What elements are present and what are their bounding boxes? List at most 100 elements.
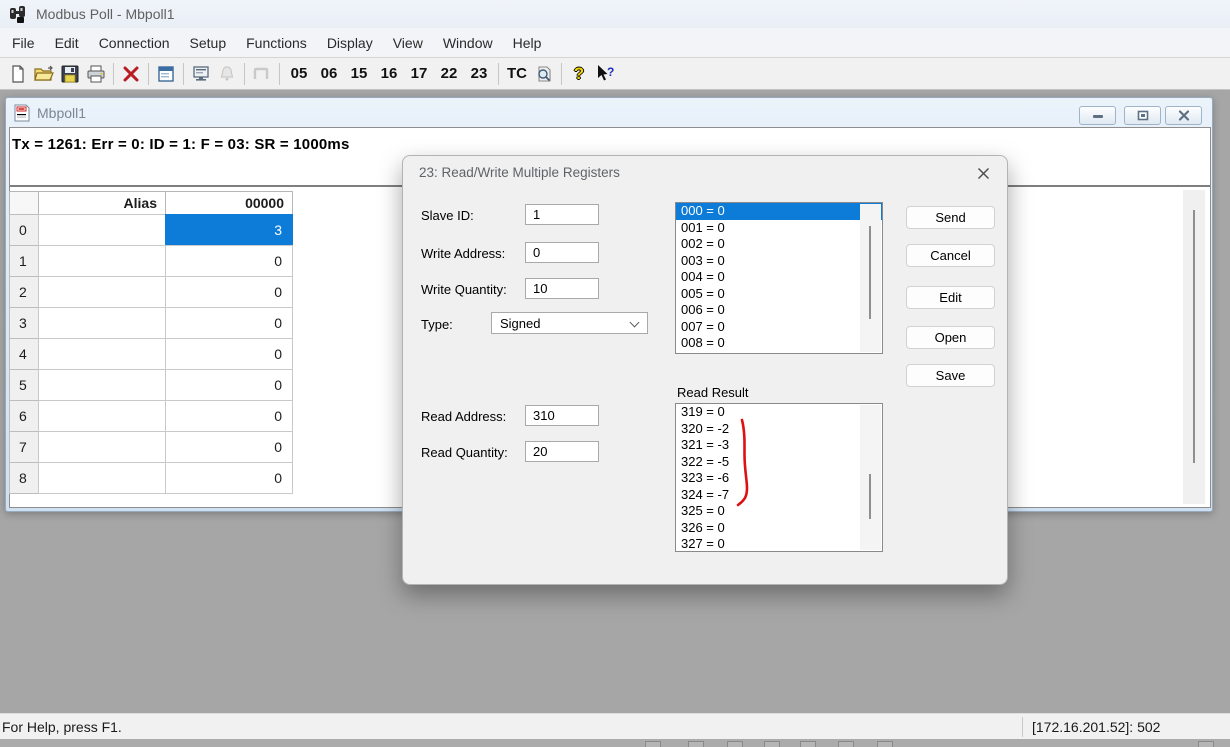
function-16-button[interactable]: 16 — [374, 61, 404, 87]
cancel-button[interactable]: Cancel — [906, 244, 995, 267]
row-header[interactable]: 2 — [9, 276, 39, 308]
send-button[interactable]: Send — [906, 206, 995, 229]
alias-cell[interactable] — [38, 400, 166, 432]
menu-display[interactable]: Display — [317, 31, 383, 55]
alias-cell[interactable] — [38, 369, 166, 401]
row-header[interactable]: 7 — [9, 431, 39, 463]
write-quantity-field[interactable] — [525, 278, 599, 299]
list-item[interactable]: 007 = 0 — [676, 319, 882, 336]
delete-button[interactable] — [118, 61, 144, 87]
write-list-scrollbar-thumb[interactable] — [869, 226, 871, 319]
menu-view[interactable]: View — [383, 31, 433, 55]
write-address-field[interactable] — [525, 242, 599, 263]
context-help-button[interactable]: ? — [592, 61, 618, 87]
help-button[interactable]: ? — [566, 61, 592, 87]
write-list-scrollbar[interactable] — [860, 204, 881, 352]
list-item[interactable]: 320 = -2 — [676, 421, 882, 438]
grid-vertical-scrollbar[interactable] — [1183, 190, 1205, 504]
value-cell[interactable]: 0 — [165, 431, 293, 463]
menu-window[interactable]: Window — [433, 31, 503, 55]
row-header[interactable]: 5 — [9, 369, 39, 401]
row-header[interactable]: 8 — [9, 462, 39, 494]
zoom-document-button[interactable] — [531, 61, 557, 87]
list-item[interactable]: 003 = 0 — [676, 253, 882, 270]
list-item[interactable]: 001 = 0 — [676, 220, 882, 237]
print-button[interactable] — [83, 61, 109, 87]
value-column-header[interactable]: 00000 — [165, 191, 293, 215]
alias-cell[interactable] — [38, 462, 166, 494]
alias-cell[interactable] — [38, 245, 166, 277]
poll-definition-button[interactable] — [188, 61, 214, 87]
row-header[interactable]: 1 — [9, 245, 39, 277]
value-cell[interactable]: 0 — [165, 462, 293, 494]
list-item[interactable]: 321 = -3 — [676, 437, 882, 454]
list-item-selected[interactable]: 000 = 0 — [676, 203, 882, 220]
alias-cell[interactable] — [38, 338, 166, 370]
list-item[interactable]: 324 = -7 — [676, 487, 882, 504]
value-cell[interactable]: 0 — [165, 369, 293, 401]
menu-help[interactable]: Help — [503, 31, 552, 55]
value-cell[interactable]: 0 — [165, 307, 293, 339]
function-15-button[interactable]: 15 — [344, 61, 374, 87]
menu-functions[interactable]: Functions — [236, 31, 317, 55]
function-05-button[interactable]: 05 — [284, 61, 314, 87]
test-center-button[interactable]: TC — [503, 61, 531, 87]
list-item[interactable]: 327 = 0 — [676, 536, 882, 552]
list-item[interactable]: 322 = -5 — [676, 454, 882, 471]
value-cell[interactable]: 0 — [165, 276, 293, 308]
alias-column-header[interactable]: Alias — [38, 191, 166, 215]
read-quantity-field[interactable] — [525, 441, 599, 462]
menu-setup[interactable]: Setup — [180, 31, 237, 55]
child-minimize-button[interactable] — [1079, 106, 1116, 125]
list-item[interactable]: 004 = 0 — [676, 269, 882, 286]
save-file-button[interactable] — [57, 61, 83, 87]
list-item[interactable]: 006 = 0 — [676, 302, 882, 319]
list-item[interactable]: 008 = 0 — [676, 335, 882, 352]
write-quantity-label: Write Quantity: — [421, 282, 507, 297]
mbpoll1-titlebar[interactable]: Mbpoll1 — [6, 98, 1212, 127]
list-item[interactable]: 319 = 0 — [676, 404, 882, 421]
list-item[interactable]: 326 = 0 — [676, 520, 882, 537]
slave-id-field[interactable] — [525, 204, 599, 225]
menu-edit[interactable]: Edit — [45, 31, 89, 55]
list-item[interactable]: 002 = 0 — [676, 236, 882, 253]
row-header[interactable]: 3 — [9, 307, 39, 339]
function-06-button[interactable]: 06 — [314, 61, 344, 87]
new-file-button[interactable] — [5, 61, 31, 87]
value-cell[interactable]: 0 — [165, 400, 293, 432]
row-header[interactable]: 4 — [9, 338, 39, 370]
function-22-button[interactable]: 22 — [434, 61, 464, 87]
grid-scrollbar-thumb[interactable] — [1193, 210, 1195, 463]
write-registers-listbox[interactable]: 000 = 0 001 = 0 002 = 0 003 = 0 004 = 0 … — [675, 202, 883, 354]
alias-cell[interactable] — [38, 214, 166, 246]
list-item[interactable]: 325 = 0 — [676, 503, 882, 520]
type-dropdown[interactable]: Signed — [491, 312, 648, 334]
dialog-close-button[interactable] — [971, 162, 995, 184]
child-maximize-button[interactable] — [1124, 106, 1161, 125]
menu-connection[interactable]: Connection — [89, 31, 180, 55]
open-file-button[interactable] — [31, 61, 57, 87]
list-item[interactable]: 005 = 0 — [676, 286, 882, 303]
value-cell-selected[interactable]: 3 — [165, 214, 293, 246]
read-list-scrollbar-thumb[interactable] — [869, 474, 871, 519]
child-close-button[interactable] — [1165, 106, 1202, 125]
menu-file[interactable]: File — [2, 31, 45, 55]
display-setup-button[interactable] — [153, 61, 179, 87]
value-cell[interactable]: 0 — [165, 338, 293, 370]
edit-button[interactable]: Edit — [906, 286, 995, 309]
row-header[interactable]: 0 — [9, 214, 39, 246]
function-17-button[interactable]: 17 — [404, 61, 434, 87]
function-23-button[interactable]: 23 — [464, 61, 494, 87]
open-button[interactable]: Open — [906, 326, 995, 349]
alias-cell[interactable] — [38, 307, 166, 339]
row-header[interactable]: 6 — [9, 400, 39, 432]
save-button[interactable]: Save — [906, 364, 995, 387]
mbpoll1-title: Mbpoll1 — [37, 105, 86, 121]
alias-cell[interactable] — [38, 431, 166, 463]
list-item[interactable]: 323 = -6 — [676, 470, 882, 487]
value-cell[interactable]: 0 — [165, 245, 293, 277]
read-list-scrollbar[interactable] — [860, 405, 881, 550]
alias-cell[interactable] — [38, 276, 166, 308]
read-result-listbox[interactable]: 319 = 0 320 = -2 321 = -3 322 = -5 323 =… — [675, 403, 883, 552]
read-address-field[interactable] — [525, 405, 599, 426]
